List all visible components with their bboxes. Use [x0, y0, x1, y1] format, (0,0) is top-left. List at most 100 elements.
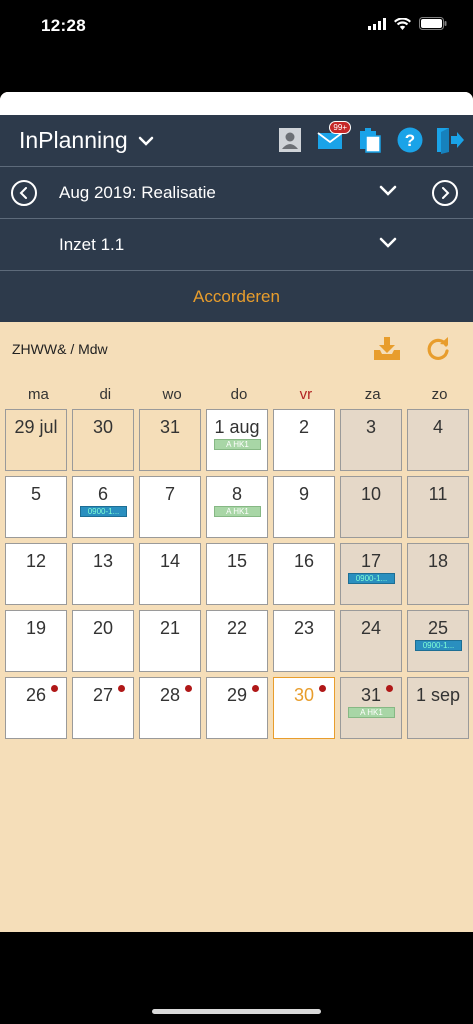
calendar-day[interactable]: 24: [340, 610, 402, 672]
status-dot: [252, 685, 259, 692]
status-bar: 12:28: [0, 0, 473, 52]
home-indicator: [152, 1009, 321, 1014]
calendar-day[interactable]: 20: [72, 610, 134, 672]
day-number: 22: [226, 618, 248, 638]
day-number: 18: [427, 551, 449, 571]
calendar-day[interactable]: 22: [206, 610, 268, 672]
calendar-header: ZHWW& / Mdw: [0, 322, 473, 378]
calendar-day[interactable]: 8 A HK1: [206, 476, 268, 538]
calendar-day[interactable]: 12: [5, 543, 67, 605]
download-icon[interactable]: [373, 336, 401, 362]
calendar-day[interactable]: 17 0900-1...: [340, 543, 402, 605]
next-period-button[interactable]: [432, 180, 458, 206]
day-number: 20: [92, 618, 114, 638]
refresh-icon[interactable]: [425, 336, 451, 362]
day-number: 4: [432, 417, 443, 437]
inzet-selector[interactable]: Inzet 1.1: [0, 218, 473, 270]
calendar-day[interactable]: 27: [72, 677, 134, 739]
day-number: 6: [97, 484, 108, 504]
status-icons: [368, 17, 447, 30]
weekday-label: do: [230, 386, 248, 403]
shift-tag[interactable]: A HK1: [214, 439, 261, 450]
profile-button[interactable]: [275, 125, 305, 155]
day-number: 30: [92, 417, 114, 437]
period-label[interactable]: Aug 2019: Realisatie: [59, 183, 216, 203]
accorderen-button[interactable]: Accorderen: [193, 287, 280, 307]
requests-button[interactable]: [355, 125, 385, 155]
user-icon: [279, 128, 301, 152]
status-dot: [185, 685, 192, 692]
previous-period-button[interactable]: [11, 180, 37, 206]
inzet-label: Inzet 1.1: [59, 235, 125, 254]
inzet-dropdown-icon[interactable]: [379, 237, 397, 249]
calendar-day[interactable]: 3: [340, 409, 402, 471]
calendar-day[interactable]: 18: [407, 543, 469, 605]
calendar-day[interactable]: 29 jul: [5, 409, 67, 471]
help-button[interactable]: ?: [395, 125, 425, 155]
day-number: 16: [293, 551, 315, 571]
calendar-day[interactable]: 4: [407, 409, 469, 471]
day-number: 7: [164, 484, 175, 504]
day-number: 8: [231, 484, 242, 504]
day-number: 15: [226, 551, 248, 571]
mail-badge: 99+: [329, 121, 351, 134]
calendar-day[interactable]: 13: [72, 543, 134, 605]
calendar-day[interactable]: 19: [5, 610, 67, 672]
calendar-day[interactable]: 1 sep: [407, 677, 469, 739]
shift-tag[interactable]: 0900-1...: [348, 573, 395, 584]
calendar-day[interactable]: 28: [139, 677, 201, 739]
shift-tag[interactable]: 0900-1...: [415, 640, 462, 651]
calendar-day[interactable]: 29: [206, 677, 268, 739]
weekday-header: ma di wo do vr za zo: [5, 386, 473, 403]
logout-button[interactable]: [435, 125, 465, 155]
calendar-day[interactable]: 1 aug A HK1: [206, 409, 268, 471]
day-number: 31: [159, 417, 181, 437]
calendar-day[interactable]: 31 A HK1: [340, 677, 402, 739]
app-switcher[interactable]: InPlanning: [19, 127, 154, 154]
status-dot: [319, 685, 326, 692]
calendar-day[interactable]: 21: [139, 610, 201, 672]
day-number: 29 jul: [14, 417, 58, 437]
weekday-label: di: [99, 386, 112, 403]
calendar-day[interactable]: 9: [273, 476, 335, 538]
shift-tag[interactable]: 0900-1...: [80, 506, 127, 517]
day-number: 2: [298, 417, 309, 437]
signal-icon: [368, 17, 386, 30]
top-strip: [0, 92, 473, 115]
calendar-day[interactable]: 31: [139, 409, 201, 471]
day-number: 9: [298, 484, 309, 504]
period-selector: Aug 2019: Realisatie: [0, 166, 473, 218]
period-dropdown-icon[interactable]: [379, 185, 397, 197]
calendar-day[interactable]: 23: [273, 610, 335, 672]
calendar-day[interactable]: 15: [206, 543, 268, 605]
calendar-day[interactable]: 6 0900-1...: [72, 476, 134, 538]
shift-tag[interactable]: A HK1: [214, 506, 261, 517]
calendar-day[interactable]: 5: [5, 476, 67, 538]
day-number: 21: [159, 618, 181, 638]
chevron-down-icon: [138, 136, 153, 146]
calendar-day[interactable]: 10: [340, 476, 402, 538]
org-label: ZHWW& / Mdw: [12, 341, 108, 357]
calendar-day[interactable]: 7: [139, 476, 201, 538]
calendar-day[interactable]: 26: [5, 677, 67, 739]
calendar-day[interactable]: 25 0900-1...: [407, 610, 469, 672]
calendar-day[interactable]: 16: [273, 543, 335, 605]
calendar-day[interactable]: 30: [273, 677, 335, 739]
day-number: 24: [360, 618, 382, 638]
app-header: InPlanning 99+ ?: [0, 115, 473, 166]
calendar-day[interactable]: 2: [273, 409, 335, 471]
chevron-right-icon: [442, 187, 450, 199]
calendar-day[interactable]: 30: [72, 409, 134, 471]
header-icons: 99+ ?: [275, 121, 465, 155]
calendar-day[interactable]: 14: [139, 543, 201, 605]
weekday-label: za: [364, 386, 381, 403]
day-number: 1 sep: [415, 685, 461, 705]
messages-button[interactable]: 99+: [315, 121, 351, 155]
day-number: 10: [360, 484, 382, 504]
wifi-icon: [394, 17, 411, 30]
shift-tag[interactable]: A HK1: [348, 707, 395, 718]
weekday-label: zo: [431, 386, 448, 403]
calendar-day[interactable]: 11: [407, 476, 469, 538]
day-number: 5: [30, 484, 41, 504]
day-number: 11: [428, 484, 448, 504]
